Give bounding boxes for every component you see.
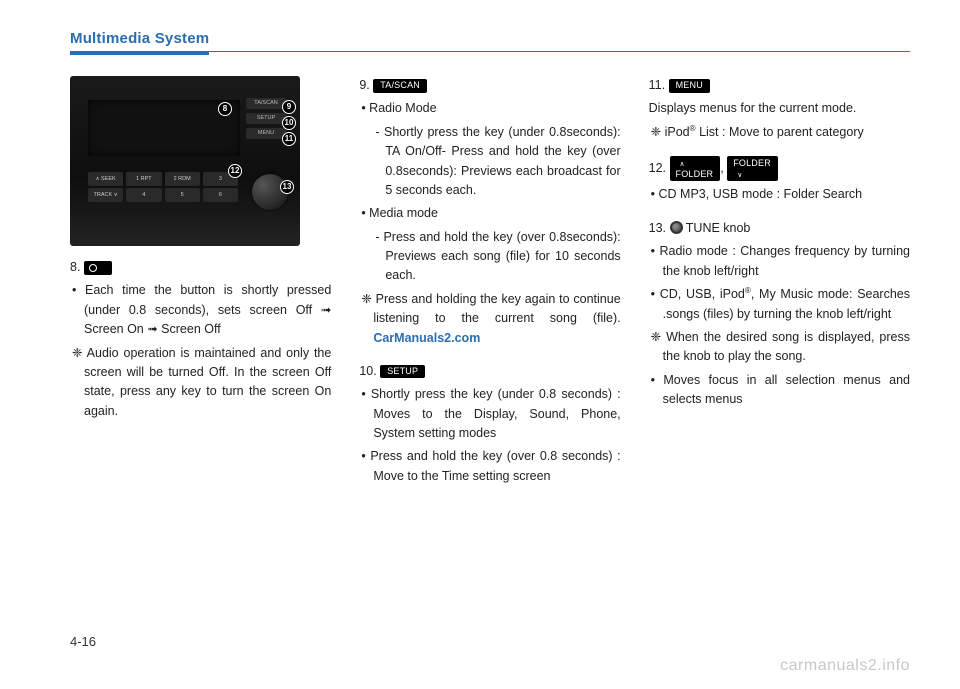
item-number: 9. bbox=[359, 78, 369, 92]
item-10-b2: • Press and hold the key (over 0.8 secon… bbox=[359, 447, 620, 486]
watermark: carmanuals2.info bbox=[780, 657, 910, 675]
item-13-b2: • CD, USB, iPod®, My Music mode: Searche… bbox=[649, 285, 910, 324]
tune-knob-icon bbox=[670, 221, 683, 234]
radio-button-row-1: ∧ SEEK 1 RPT 2 RDM 3 bbox=[88, 172, 238, 186]
item-9-radio-sub: - Shortly press the key (under 0.8second… bbox=[359, 123, 620, 201]
item-10-b1: • Shortly press the key (under 0.8 secon… bbox=[359, 385, 620, 443]
item-number: 11. bbox=[649, 78, 665, 92]
section-title: Multimedia System bbox=[70, 30, 209, 55]
item-9-media-sub: - Press and hold the key (over 0.8second… bbox=[359, 228, 620, 286]
folder-down-key-label: FOLDER∨ bbox=[727, 156, 778, 181]
btn-1rpt: 1 RPT bbox=[126, 172, 161, 186]
radio-photo: TA/SCAN SETUP MENU ∧ SEEK 1 RPT 2 RDM 3 … bbox=[70, 76, 300, 246]
power-key-icon bbox=[84, 261, 112, 275]
page-number: 4-16 bbox=[70, 634, 96, 649]
item-number: 10. bbox=[359, 364, 376, 378]
btn-tascan: TA/SCAN bbox=[246, 98, 286, 109]
btn-seek: ∧ SEEK bbox=[88, 172, 123, 186]
menu-key-label: MENU bbox=[669, 79, 710, 93]
item-12-b1: • CD MP3, USB mode : Folder Search bbox=[649, 185, 910, 204]
callout-9: 9 bbox=[282, 100, 296, 114]
btn-6: 6 bbox=[203, 188, 238, 202]
setup-key-label: SETUP bbox=[380, 365, 425, 379]
callout-8: 8 bbox=[218, 102, 232, 116]
btn-2rdm: 2 RDM bbox=[165, 172, 200, 186]
item-8-bullet: • Each time the button is shortly presse… bbox=[70, 281, 331, 339]
item-11-line: Displays menus for the current mode. bbox=[649, 99, 910, 118]
item-number: 8. bbox=[70, 260, 80, 274]
callout-10: 10 bbox=[282, 116, 296, 130]
item-number: 12. bbox=[649, 161, 666, 175]
callout-13: 13 bbox=[280, 180, 294, 194]
btn-5: 5 bbox=[165, 188, 200, 202]
btn-setup: SETUP bbox=[246, 113, 286, 124]
item-12: 12. ∧FOLDER, FOLDER∨ bbox=[649, 156, 910, 181]
item-9: 9. TA/SCAN bbox=[359, 76, 620, 95]
item-13-b1: • Radio mode : Changes frequency by turn… bbox=[649, 242, 910, 281]
item-8-note: ❈ Audio operation is maintained and only… bbox=[70, 344, 331, 422]
btn-track: TRACK ∨ bbox=[88, 188, 123, 202]
item-13-note: ❈ When the desired song is displayed, pr… bbox=[649, 328, 910, 367]
radio-side-buttons: TA/SCAN SETUP MENU bbox=[246, 98, 286, 139]
item-13: 13. TUNE knob bbox=[649, 219, 910, 238]
radio-button-row-2: TRACK ∨ 4 5 6 bbox=[88, 188, 238, 202]
item-9-media: • Media mode bbox=[359, 204, 620, 223]
content-columns: TA/SCAN SETUP MENU ∧ SEEK 1 RPT 2 RDM 3 … bbox=[70, 76, 910, 486]
item-8: 8. bbox=[70, 258, 331, 277]
tascan-key-label: TA/SCAN bbox=[373, 79, 427, 93]
manual-page: Multimedia System TA/SCAN SETUP MENU ∧ S… bbox=[0, 0, 960, 689]
item-number: 13. bbox=[649, 221, 666, 235]
inline-link: CarManuals2.com bbox=[373, 331, 480, 345]
btn-4: 4 bbox=[126, 188, 161, 202]
item-9-radio: • Radio Mode bbox=[359, 99, 620, 118]
folder-up-key-label: ∧FOLDER bbox=[670, 156, 721, 181]
item-11-note: ❈ iPod® List : Move to parent category bbox=[649, 123, 910, 143]
item-13-b3: • Moves focus in all selection menus and… bbox=[649, 371, 910, 410]
callout-11: 11 bbox=[282, 132, 296, 146]
column-2: 9. TA/SCAN • Radio Mode - Shortly press … bbox=[359, 76, 620, 486]
page-header: Multimedia System bbox=[70, 30, 910, 52]
item-9-note: ❈ Press and holding the key again to con… bbox=[359, 290, 620, 348]
column-1: TA/SCAN SETUP MENU ∧ SEEK 1 RPT 2 RDM 3 … bbox=[70, 76, 331, 486]
column-3: 11. MENU Displays menus for the current … bbox=[649, 76, 910, 486]
item-11: 11. MENU bbox=[649, 76, 910, 95]
btn-menu: MENU bbox=[246, 128, 286, 139]
tune-knob-label: TUNE knob bbox=[683, 221, 751, 235]
callout-12: 12 bbox=[228, 164, 242, 178]
item-10: 10. SETUP bbox=[359, 362, 620, 381]
